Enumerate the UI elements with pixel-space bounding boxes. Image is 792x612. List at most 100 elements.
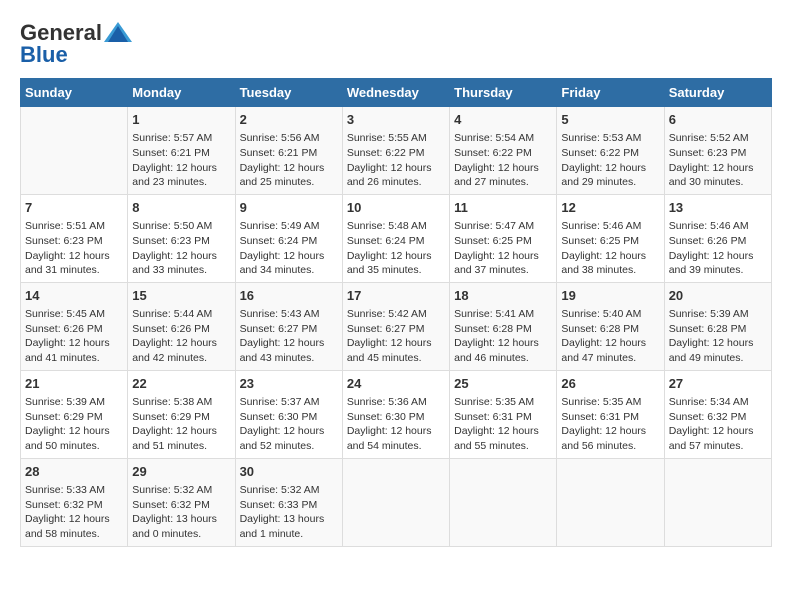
week-row-3: 14Sunrise: 5:45 AM Sunset: 6:26 PM Dayli…: [21, 282, 772, 370]
day-info: Sunrise: 5:53 AM Sunset: 6:22 PM Dayligh…: [561, 131, 659, 190]
day-number: 7: [25, 199, 123, 217]
day-number: 12: [561, 199, 659, 217]
day-number: 16: [240, 287, 338, 305]
day-info: Sunrise: 5:39 AM Sunset: 6:28 PM Dayligh…: [669, 307, 767, 366]
page-header: General Blue: [20, 20, 772, 68]
header-day-monday: Monday: [128, 79, 235, 107]
day-info: Sunrise: 5:45 AM Sunset: 6:26 PM Dayligh…: [25, 307, 123, 366]
day-info: Sunrise: 5:46 AM Sunset: 6:25 PM Dayligh…: [561, 219, 659, 278]
day-info: Sunrise: 5:56 AM Sunset: 6:21 PM Dayligh…: [240, 131, 338, 190]
calendar-cell: 18 Sunrise: 5:41 AM Sunset: 6:28 PM Dayli…: [450, 282, 557, 370]
header-day-tuesday: Tuesday: [235, 79, 342, 107]
day-number: 22: [132, 375, 230, 393]
day-info: Sunrise: 5:38 AM Sunset: 6:29 PM Dayligh…: [132, 395, 230, 454]
day-info: Sunrise: 5:50 AM Sunset: 6:23 PM Dayligh…: [132, 219, 230, 278]
header-day-wednesday: Wednesday: [342, 79, 449, 107]
day-info: Sunrise: 5:52 AM Sunset: 6:23 PM Dayligh…: [669, 131, 767, 190]
day-info: Sunrise: 5:47 AM Sunset: 6:25 PM Dayligh…: [454, 219, 552, 278]
calendar-cell: 30 Sunrise: 5:32 AM Sunset: 6:33 PM Dayli…: [235, 458, 342, 546]
day-number: 23: [240, 375, 338, 393]
calendar-cell: 6 Sunrise: 5:52 AM Sunset: 6:23 PM Daylig…: [664, 107, 771, 195]
day-info: Sunrise: 5:37 AM Sunset: 6:30 PM Dayligh…: [240, 395, 338, 454]
day-number: 10: [347, 199, 445, 217]
week-row-1: 1Sunrise: 5:57 AM Sunset: 6:21 PM Daylig…: [21, 107, 772, 195]
day-number: 28: [25, 463, 123, 481]
day-number: 2: [240, 111, 338, 129]
day-number: 19: [561, 287, 659, 305]
calendar-cell: 17 Sunrise: 5:42 AM Sunset: 6:27 PM Dayli…: [342, 282, 449, 370]
day-info: Sunrise: 5:55 AM Sunset: 6:22 PM Dayligh…: [347, 131, 445, 190]
calendar-cell: 19 Sunrise: 5:40 AM Sunset: 6:28 PM Dayli…: [557, 282, 664, 370]
day-info: Sunrise: 5:48 AM Sunset: 6:24 PM Dayligh…: [347, 219, 445, 278]
calendar-cell: 13 Sunrise: 5:46 AM Sunset: 6:26 PM Dayli…: [664, 194, 771, 282]
day-number: 5: [561, 111, 659, 129]
calendar-cell: 11 Sunrise: 5:47 AM Sunset: 6:25 PM Dayli…: [450, 194, 557, 282]
day-number: 21: [25, 375, 123, 393]
calendar-cell: [664, 458, 771, 546]
week-row-4: 21Sunrise: 5:39 AM Sunset: 6:29 PM Dayli…: [21, 370, 772, 458]
calendar-cell: 29 Sunrise: 5:32 AM Sunset: 6:32 PM Dayli…: [128, 458, 235, 546]
day-info: Sunrise: 5:42 AM Sunset: 6:27 PM Dayligh…: [347, 307, 445, 366]
day-number: 13: [669, 199, 767, 217]
logo-blue-text: Blue: [20, 42, 68, 68]
calendar-cell: 12 Sunrise: 5:46 AM Sunset: 6:25 PM Dayli…: [557, 194, 664, 282]
day-number: 24: [347, 375, 445, 393]
calendar-cell: 23 Sunrise: 5:37 AM Sunset: 6:30 PM Dayli…: [235, 370, 342, 458]
day-info: Sunrise: 5:40 AM Sunset: 6:28 PM Dayligh…: [561, 307, 659, 366]
calendar-cell: 8 Sunrise: 5:50 AM Sunset: 6:23 PM Daylig…: [128, 194, 235, 282]
calendar-cell: 20 Sunrise: 5:39 AM Sunset: 6:28 PM Dayli…: [664, 282, 771, 370]
day-info: Sunrise: 5:41 AM Sunset: 6:28 PM Dayligh…: [454, 307, 552, 366]
calendar-cell: 5 Sunrise: 5:53 AM Sunset: 6:22 PM Daylig…: [557, 107, 664, 195]
calendar-cell: 27Sunrise: 5:34 AM Sunset: 6:32 PM Dayli…: [664, 370, 771, 458]
calendar-cell: [557, 458, 664, 546]
calendar-cell: [342, 458, 449, 546]
calendar-cell: 24Sunrise: 5:36 AM Sunset: 6:30 PM Dayli…: [342, 370, 449, 458]
day-number: 29: [132, 463, 230, 481]
day-info: Sunrise: 5:32 AM Sunset: 6:32 PM Dayligh…: [132, 483, 230, 542]
day-number: 18: [454, 287, 552, 305]
calendar-cell: 1Sunrise: 5:57 AM Sunset: 6:21 PM Daylig…: [128, 107, 235, 195]
calendar-table: SundayMondayTuesdayWednesdayThursdayFrid…: [20, 78, 772, 547]
calendar-cell: 28Sunrise: 5:33 AM Sunset: 6:32 PM Dayli…: [21, 458, 128, 546]
day-info: Sunrise: 5:54 AM Sunset: 6:22 PM Dayligh…: [454, 131, 552, 190]
calendar-cell: 2 Sunrise: 5:56 AM Sunset: 6:21 PM Daylig…: [235, 107, 342, 195]
day-number: 11: [454, 199, 552, 217]
calendar-cell: 26Sunrise: 5:35 AM Sunset: 6:31 PM Dayli…: [557, 370, 664, 458]
day-info: Sunrise: 5:44 AM Sunset: 6:26 PM Dayligh…: [132, 307, 230, 366]
day-number: 6: [669, 111, 767, 129]
calendar-cell: 7 Sunrise: 5:51 AM Sunset: 6:23 PM Daylig…: [21, 194, 128, 282]
day-info: Sunrise: 5:46 AM Sunset: 6:26 PM Dayligh…: [669, 219, 767, 278]
calendar-cell: 4 Sunrise: 5:54 AM Sunset: 6:22 PM Daylig…: [450, 107, 557, 195]
day-info: Sunrise: 5:35 AM Sunset: 6:31 PM Dayligh…: [561, 395, 659, 454]
day-number: 30: [240, 463, 338, 481]
day-number: 8: [132, 199, 230, 217]
day-number: 3: [347, 111, 445, 129]
calendar-cell: 15 Sunrise: 5:44 AM Sunset: 6:26 PM Dayli…: [128, 282, 235, 370]
calendar-cell: [21, 107, 128, 195]
calendar-cell: 14Sunrise: 5:45 AM Sunset: 6:26 PM Dayli…: [21, 282, 128, 370]
calendar-cell: 9Sunrise: 5:49 AM Sunset: 6:24 PM Daylig…: [235, 194, 342, 282]
header-day-saturday: Saturday: [664, 79, 771, 107]
header-day-friday: Friday: [557, 79, 664, 107]
day-number: 25: [454, 375, 552, 393]
day-number: 17: [347, 287, 445, 305]
day-info: Sunrise: 5:51 AM Sunset: 6:23 PM Dayligh…: [25, 219, 123, 278]
day-number: 15: [132, 287, 230, 305]
calendar-cell: 3 Sunrise: 5:55 AM Sunset: 6:22 PM Daylig…: [342, 107, 449, 195]
header-day-sunday: Sunday: [21, 79, 128, 107]
day-number: 4: [454, 111, 552, 129]
day-number: 20: [669, 287, 767, 305]
day-info: Sunrise: 5:43 AM Sunset: 6:27 PM Dayligh…: [240, 307, 338, 366]
calendar-cell: 25 Sunrise: 5:35 AM Sunset: 6:31 PM Dayli…: [450, 370, 557, 458]
day-info: Sunrise: 5:32 AM Sunset: 6:33 PM Dayligh…: [240, 483, 338, 542]
day-info: Sunrise: 5:34 AM Sunset: 6:32 PM Dayligh…: [669, 395, 767, 454]
day-info: Sunrise: 5:57 AM Sunset: 6:21 PM Dayligh…: [132, 131, 230, 190]
calendar-header-row: SundayMondayTuesdayWednesdayThursdayFrid…: [21, 79, 772, 107]
header-day-thursday: Thursday: [450, 79, 557, 107]
calendar-cell: 16 Sunrise: 5:43 AM Sunset: 6:27 PM Dayli…: [235, 282, 342, 370]
day-number: 9: [240, 199, 338, 217]
calendar-cell: 21Sunrise: 5:39 AM Sunset: 6:29 PM Dayli…: [21, 370, 128, 458]
logo-bird-icon: [104, 22, 132, 44]
week-row-2: 7 Sunrise: 5:51 AM Sunset: 6:23 PM Daylig…: [21, 194, 772, 282]
day-info: Sunrise: 5:35 AM Sunset: 6:31 PM Dayligh…: [454, 395, 552, 454]
